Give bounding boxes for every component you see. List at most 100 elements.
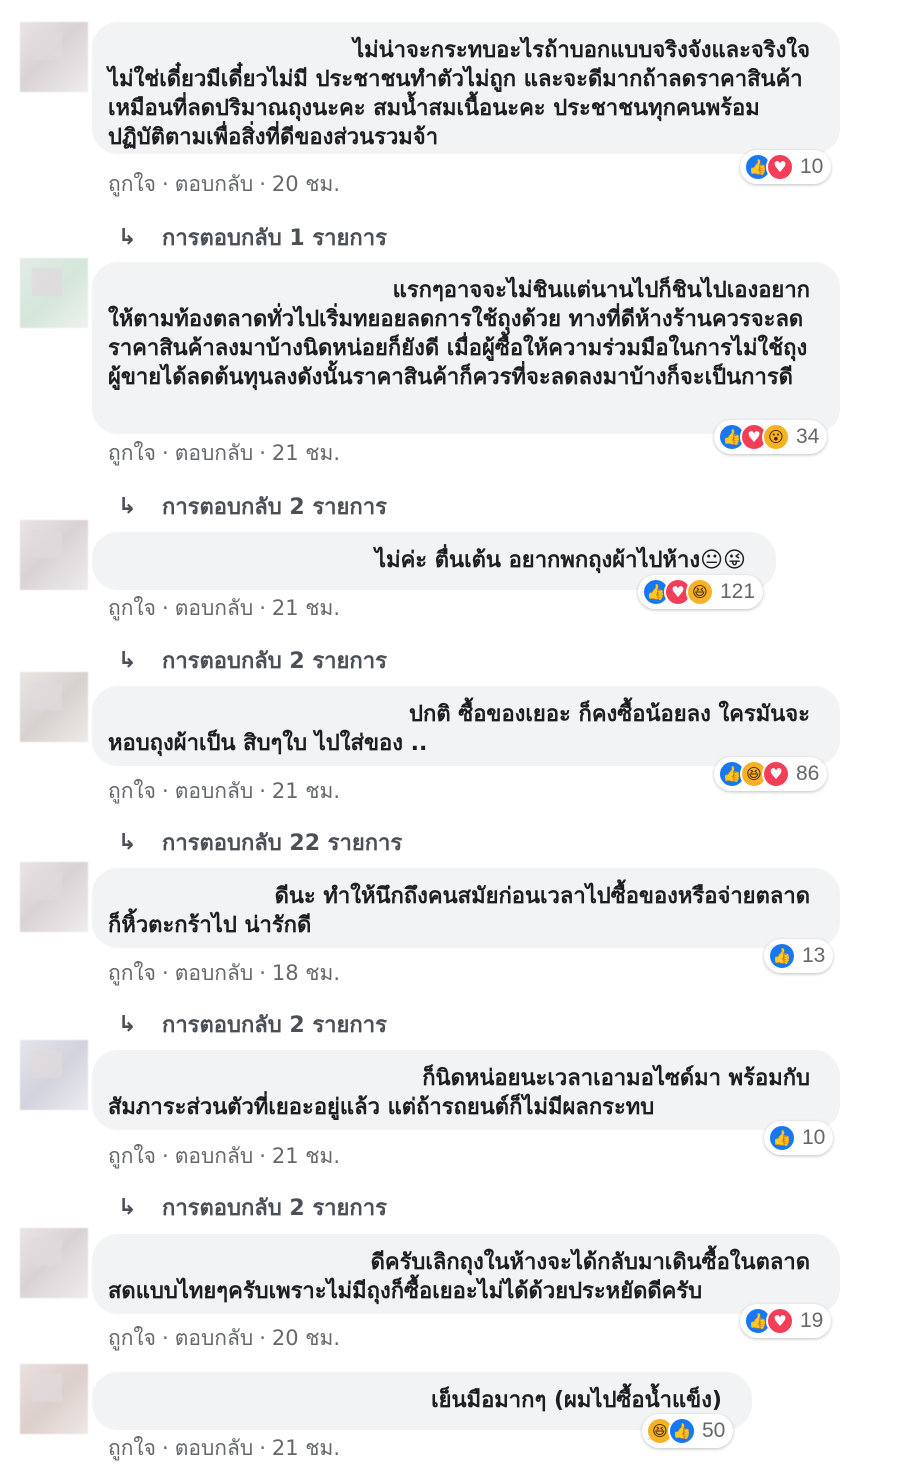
reply-link[interactable]: ตอบกลับ bbox=[175, 168, 254, 201]
reply-link[interactable]: ตอบกลับ bbox=[175, 1140, 254, 1173]
timestamp[interactable]: 21 ชม. bbox=[272, 775, 340, 808]
timestamp[interactable]: 18 ชม. bbox=[272, 957, 340, 990]
replies-label: การตอบกลับ 22 รายการ bbox=[162, 831, 403, 856]
comment-text: ให้ตามท้องตลาดทั่วไปเริ่มทยอยลดการใช้ถุง… bbox=[108, 307, 808, 390]
love-icon: ♥ bbox=[762, 760, 790, 788]
timestamp[interactable]: 21 ชม. bbox=[272, 437, 340, 470]
view-replies-link[interactable]: ↳ การตอบกลับ 1 รายการ bbox=[118, 220, 387, 255]
reply-link[interactable]: ตอบกลับ bbox=[175, 957, 254, 990]
avatar[interactable] bbox=[20, 862, 88, 932]
timestamp[interactable]: 21 ชม. bbox=[272, 1140, 340, 1173]
view-replies-link[interactable]: ↳ การตอบกลับ 2 รายการ bbox=[118, 489, 387, 524]
comment-text: ไม่ใช่เดี๋ยวมีเดี๋ยวไม่มี ประชาชนทำตัวไม… bbox=[108, 67, 803, 150]
reaction-count: 50 bbox=[702, 1419, 726, 1442]
timestamp[interactable]: 20 ชม. bbox=[272, 168, 340, 201]
avatar[interactable] bbox=[20, 1040, 88, 1110]
view-replies-link[interactable]: ↳ การตอบกลับ 2 รายการ bbox=[118, 643, 387, 678]
reply-link[interactable]: ตอบกลับ bbox=[175, 1432, 254, 1465]
replies-label: การตอบกลับ 2 รายการ bbox=[162, 649, 387, 674]
comment-text: หอบถุงผ้าเป็น สิบๆใบ ไปใส่ของ .. bbox=[108, 731, 428, 756]
comment-text-line: เย็นมือมากๆ (ผมไปซื้อน้ำแข็ง) bbox=[431, 1388, 722, 1413]
love-icon: ♥ bbox=[766, 153, 794, 181]
reaction-summary[interactable]: 😆 👍 50 bbox=[642, 1414, 734, 1448]
comment-bubble: ดีนะ ทำให้นึกถึงคนสมัยก่อนเวลาไปซื้อของห… bbox=[92, 868, 840, 948]
like-link[interactable]: ถูกใจ bbox=[108, 1140, 156, 1173]
comment-actions: ถูกใจ · ตอบกลับ · 21 ชม. bbox=[108, 1140, 340, 1173]
reaction-count: 19 bbox=[800, 1309, 824, 1332]
view-replies-link[interactable]: ↳ การตอบกลับ 22 รายการ bbox=[118, 825, 402, 860]
avatar[interactable] bbox=[20, 520, 88, 590]
comment-actions: ถูกใจ · ตอบกลับ · 18 ชม. bbox=[108, 957, 340, 990]
comment-actions: ถูกใจ · ตอบกลับ · 21 ชม. bbox=[108, 775, 340, 808]
comment-bubble: ดีครับเลิกถุงในห้างจะได้กลับมาเดินซื้อใน… bbox=[92, 1234, 840, 1314]
comment-text: สัมภาระส่วนตัวที่เยอะอยู่แล้ว แต่ถ้ารถยน… bbox=[108, 1095, 655, 1120]
comment-bubble: แรกๆอาจจะไม่ชินแต่นานไปก็ชินไปเองอยาก ให… bbox=[92, 262, 840, 434]
view-replies-link[interactable]: ↳ การตอบกลับ 2 รายการ bbox=[118, 1007, 387, 1042]
reaction-summary[interactable]: 👍 ♥ 😆 121 bbox=[638, 575, 764, 609]
avatar[interactable] bbox=[20, 1228, 88, 1298]
replies-label: การตอบกลับ 1 รายการ bbox=[162, 226, 387, 251]
comment-bubble: ไม่น่าจะกระทบอะไรถ้าบอกแบบจริงจังและจริง… bbox=[92, 22, 840, 154]
like-icon: 👍 bbox=[668, 1417, 696, 1445]
reply-arrow-icon: ↳ bbox=[118, 494, 137, 519]
haha-icon: 😆 bbox=[686, 578, 714, 606]
love-icon: ♥ bbox=[766, 1307, 794, 1335]
reaction-count: 34 bbox=[796, 425, 820, 448]
reply-link[interactable]: ตอบกลับ bbox=[175, 437, 254, 470]
like-link[interactable]: ถูกใจ bbox=[108, 775, 156, 808]
comment-text-line: ไม่ค่ะ ตื่นเต้น อยากพกถุงผ้าไปห้าง😐😜 bbox=[375, 548, 746, 573]
reaction-count: 13 bbox=[802, 944, 826, 967]
replies-label: การตอบกลับ 2 รายการ bbox=[162, 1013, 387, 1038]
reply-arrow-icon: ↳ bbox=[118, 830, 137, 855]
reaction-count: 10 bbox=[800, 155, 824, 178]
comment-actions: ถูกใจ · ตอบกลับ · 21 ชม. bbox=[108, 437, 340, 470]
avatar[interactable] bbox=[20, 1364, 88, 1434]
comment-text-line: ดีนะ ทำให้นึกถึงคนสมัยก่อนเวลาไปซื้อของห… bbox=[274, 884, 810, 909]
reaction-summary[interactable]: 👍 ♥ 😮 34 bbox=[714, 420, 828, 454]
reply-arrow-icon: ↳ bbox=[118, 1012, 137, 1037]
like-link[interactable]: ถูกใจ bbox=[108, 1322, 156, 1355]
comment-actions: ถูกใจ · ตอบกลับ · 20 ชม. bbox=[108, 168, 340, 201]
timestamp[interactable]: 21 ชม. bbox=[272, 592, 340, 625]
reply-arrow-icon: ↳ bbox=[118, 648, 137, 673]
comment-text: สดแบบไทยๆครับเพราะไม่มีถุงก็ซื้อเยอะไม่ไ… bbox=[108, 1279, 703, 1304]
reply-link[interactable]: ตอบกลับ bbox=[175, 592, 254, 625]
comment-actions: ถูกใจ · ตอบกลับ · 21 ชม. bbox=[108, 592, 340, 625]
comment-text-line: ก็นิดหน่อยนะเวลาเอามอไซด์มา พร้อมกับ bbox=[422, 1066, 810, 1091]
like-link[interactable]: ถูกใจ bbox=[108, 1432, 156, 1465]
comment-actions: ถูกใจ · ตอบกลับ · 20 ชม. bbox=[108, 1322, 340, 1355]
avatar[interactable] bbox=[20, 258, 88, 328]
timestamp[interactable]: 20 ชม. bbox=[272, 1322, 340, 1355]
reaction-count: 10 bbox=[802, 1126, 826, 1149]
replies-label: การตอบกลับ 2 รายการ bbox=[162, 1196, 387, 1221]
like-icon: 👍 bbox=[768, 1124, 796, 1152]
reply-arrow-icon: ↳ bbox=[118, 1195, 137, 1220]
reaction-summary[interactable]: 👍 13 bbox=[764, 939, 834, 973]
reaction-count: 86 bbox=[796, 762, 820, 785]
reaction-count: 121 bbox=[720, 580, 756, 603]
like-link[interactable]: ถูกใจ bbox=[108, 437, 156, 470]
like-link[interactable]: ถูกใจ bbox=[108, 592, 156, 625]
timestamp[interactable]: 21 ชม. bbox=[272, 1432, 340, 1465]
comment-bubble: ก็นิดหน่อยนะเวลาเอามอไซด์มา พร้อมกับ สัม… bbox=[92, 1050, 840, 1130]
avatar[interactable] bbox=[20, 672, 88, 742]
view-replies-link[interactable]: ↳ การตอบกลับ 2 รายการ bbox=[118, 1190, 387, 1225]
like-icon: 👍 bbox=[768, 942, 796, 970]
comment-bubble: ปกติ ซื้อของเยอะ ก็คงซื้อน้อยลง ใครมันจะ… bbox=[92, 686, 840, 766]
reaction-summary[interactable]: 👍 😆 ♥ 86 bbox=[714, 757, 828, 791]
like-link[interactable]: ถูกใจ bbox=[108, 168, 156, 201]
reply-arrow-icon: ↳ bbox=[118, 225, 137, 250]
like-link[interactable]: ถูกใจ bbox=[108, 957, 156, 990]
reaction-summary[interactable]: 👍 ♥ 10 bbox=[740, 150, 832, 184]
avatar[interactable] bbox=[20, 22, 88, 92]
comment-actions: ถูกใจ · ตอบกลับ · 21 ชม. bbox=[108, 1432, 340, 1465]
reaction-summary[interactable]: 👍 10 bbox=[764, 1121, 834, 1155]
reaction-summary[interactable]: 👍 ♥ 19 bbox=[740, 1304, 832, 1338]
wow-icon: 😮 bbox=[762, 423, 790, 451]
comment-text-line: ดีครับเลิกถุงในห้างจะได้กลับมาเดินซื้อใน… bbox=[370, 1250, 810, 1275]
comment-text-line: ปกติ ซื้อของเยอะ ก็คงซื้อน้อยลง ใครมันจะ bbox=[409, 702, 810, 727]
comment-text: ก็หิ้วตะกร้าไป น่ารักดี bbox=[108, 913, 312, 938]
comment-text-line: ไม่น่าจะกระทบอะไรถ้าบอกแบบจริงจังและจริง… bbox=[353, 38, 810, 63]
reply-link[interactable]: ตอบกลับ bbox=[175, 775, 254, 808]
reply-link[interactable]: ตอบกลับ bbox=[175, 1322, 254, 1355]
